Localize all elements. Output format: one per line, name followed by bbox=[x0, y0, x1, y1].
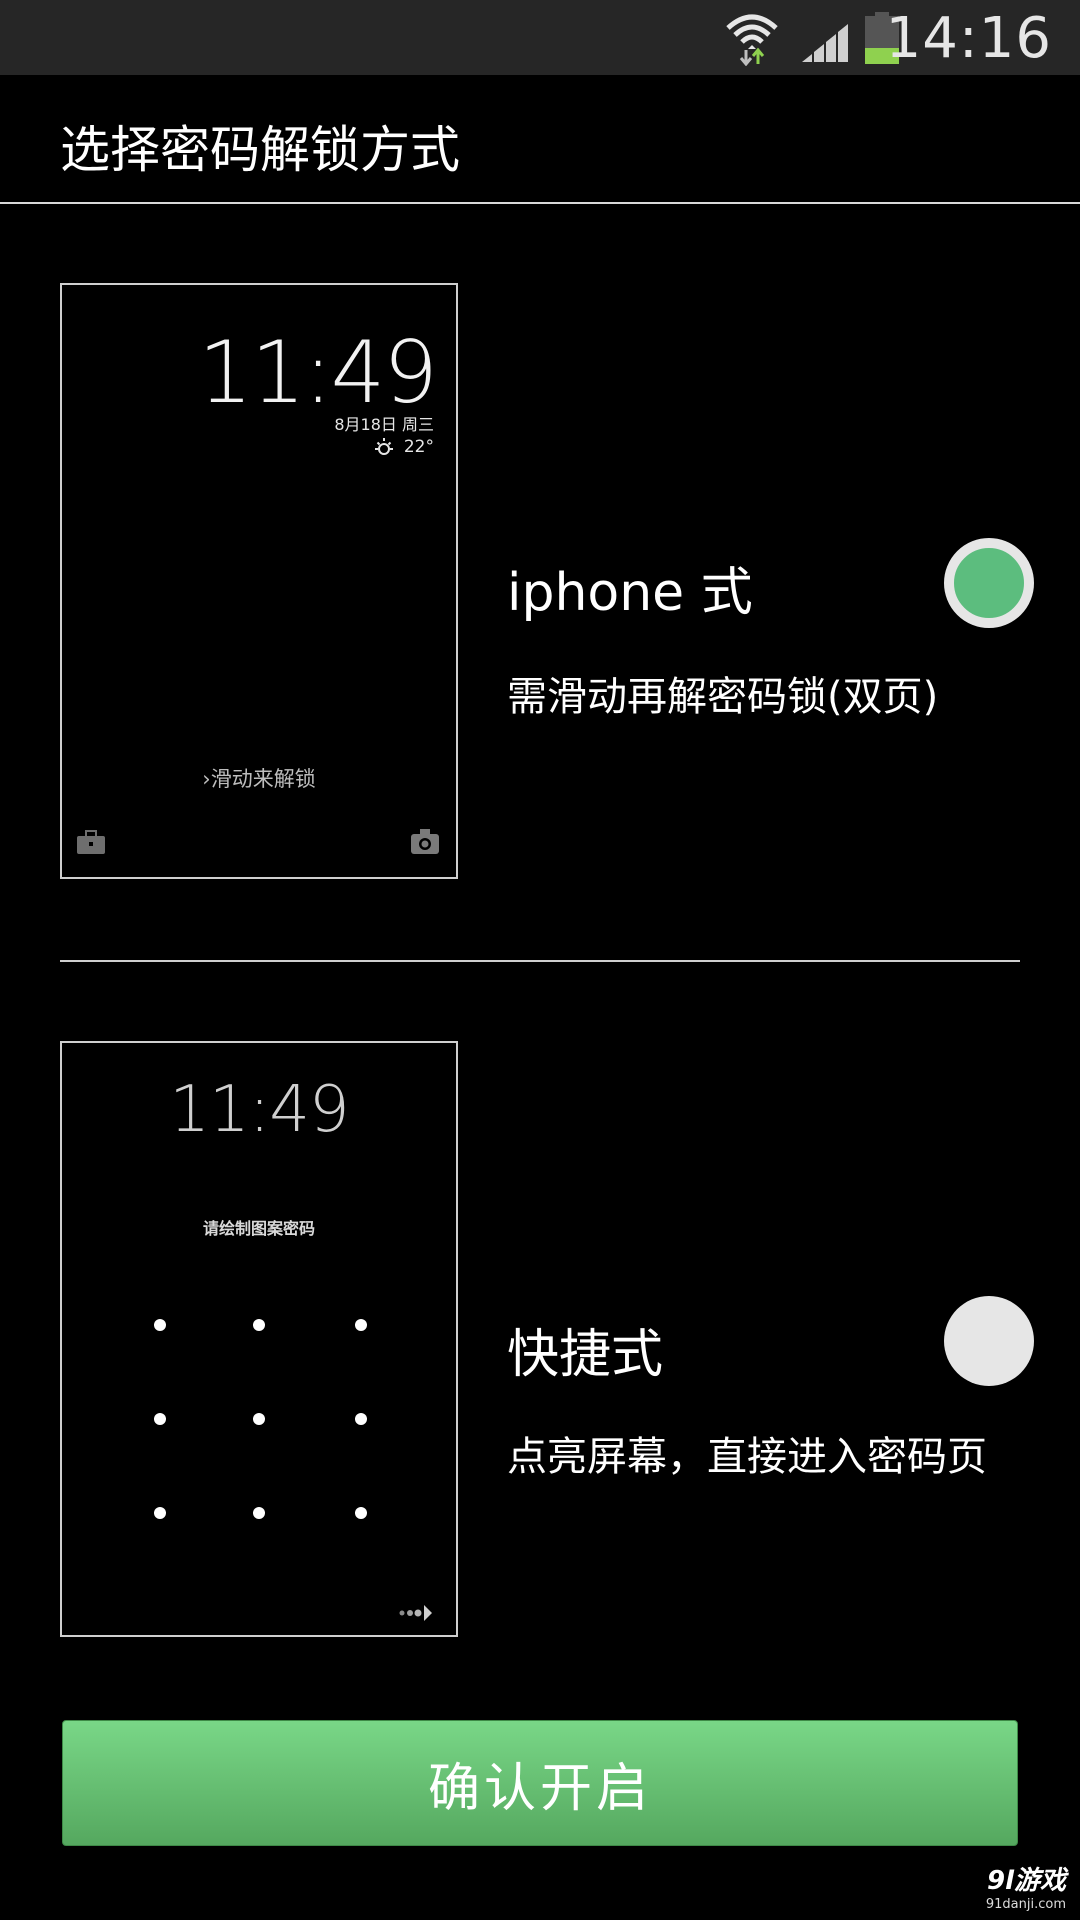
pattern-dot bbox=[355, 1507, 367, 1519]
status-time: 14:16 bbox=[885, 6, 1052, 71]
pattern-dot bbox=[154, 1319, 166, 1331]
quick-style-preview: 11:49 请绘制图案密码 bbox=[60, 1041, 458, 1637]
camera-icon bbox=[411, 829, 439, 854]
option-quick-style[interactable]: 11:49 请绘制图案密码 快捷式 点亮屏幕，直接进入密码页 bbox=[0, 1040, 1080, 1640]
option-title: 快捷式 bbox=[507, 1325, 664, 1385]
sun-icon bbox=[374, 438, 393, 455]
signal-icon bbox=[802, 24, 848, 62]
preview-date: 8月18日 周三 bbox=[334, 415, 434, 434]
briefcase-icon bbox=[77, 830, 105, 854]
confirm-button[interactable]: 确认开启 bbox=[62, 1720, 1018, 1846]
header-divider bbox=[0, 202, 1080, 204]
pattern-dot bbox=[355, 1319, 367, 1331]
pattern-dot bbox=[253, 1319, 265, 1331]
page-title: 选择密码解锁方式 bbox=[60, 121, 460, 179]
arrow-icon bbox=[399, 1605, 432, 1621]
option-description: 点亮屏幕，直接进入密码页 bbox=[507, 1434, 987, 1480]
pattern-dot bbox=[253, 1507, 265, 1519]
option-divider bbox=[60, 960, 1020, 962]
watermark-logo: 9l游戏 bbox=[986, 1866, 1066, 1896]
pattern-dot bbox=[154, 1413, 166, 1425]
wifi-icon bbox=[726, 14, 778, 66]
radio-quick-style[interactable] bbox=[944, 1296, 1034, 1386]
option-description: 需滑动再解密码锁(双页) bbox=[507, 674, 939, 720]
preview-temperature: 22° bbox=[403, 437, 434, 457]
preview-slide-text: ›滑动来解锁 bbox=[202, 767, 316, 791]
option-iphone-style[interactable]: 11:49 8月18日 周三 22° ›滑动来解锁 iphone 式 需滑动再解… bbox=[0, 280, 1080, 880]
pattern-dot bbox=[355, 1413, 367, 1425]
pattern-dot bbox=[253, 1413, 265, 1425]
preview-clock: 11:49 bbox=[198, 323, 438, 423]
radio-iphone-style[interactable] bbox=[944, 538, 1034, 628]
watermark-url: 91danji.com bbox=[985, 1897, 1066, 1912]
preview-weather: 22° bbox=[372, 435, 434, 459]
option-title: iphone 式 bbox=[507, 563, 753, 623]
status-bar: 14:16 bbox=[0, 0, 1080, 75]
watermark: 9l游戏 91danji.com bbox=[986, 1860, 1066, 1912]
pattern-dot bbox=[154, 1507, 166, 1519]
pattern-grid bbox=[62, 1043, 456, 1635]
iphone-style-preview: 11:49 8月18日 周三 22° ›滑动来解锁 bbox=[60, 283, 458, 879]
